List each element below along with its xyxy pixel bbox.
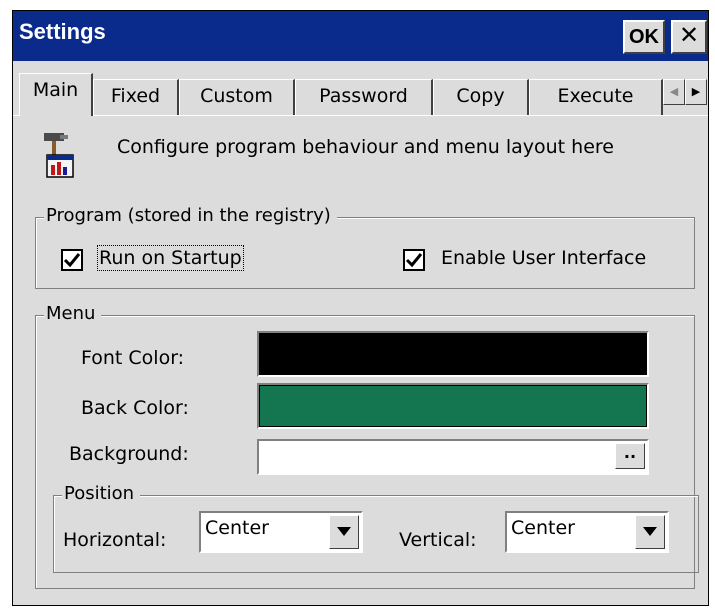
font-color-swatch[interactable] (257, 331, 649, 377)
vertical-label: Vertical: (399, 529, 477, 551)
background-input[interactable]: .. (257, 439, 649, 475)
menu-group-legend: Menu (44, 303, 102, 324)
vertical-select[interactable]: Center (505, 511, 669, 553)
browse-button[interactable]: .. (615, 443, 645, 469)
chevron-down-icon[interactable] (329, 515, 359, 549)
tab-divider (13, 115, 708, 116)
tab-scroll-arrows: ◀ ▶ (663, 79, 708, 105)
run-on-startup-checkbox[interactable] (61, 249, 83, 271)
background-label: Background: (69, 443, 189, 465)
enable-ui-checkbox[interactable] (403, 249, 425, 271)
settings-tools-icon (41, 131, 75, 179)
ok-button[interactable]: OK (623, 20, 665, 54)
checkmark-icon (405, 253, 423, 268)
tab-strip: Main Fixed Custom Password Copy Execute (13, 73, 708, 116)
enable-ui-label[interactable]: Enable User Interface (441, 247, 646, 269)
horizontal-label: Horizontal: (63, 529, 167, 551)
back-color-swatch[interactable] (257, 383, 649, 429)
checkmark-icon (63, 253, 81, 268)
horizontal-select[interactable]: Center (199, 511, 363, 553)
run-on-startup-label[interactable]: Run on Startup (97, 245, 244, 271)
horizontal-value: Center (205, 517, 269, 539)
tab-main[interactable]: Main (19, 73, 93, 116)
back-color-fill (259, 385, 647, 427)
program-group-legend: Program (stored in the registry) (44, 205, 337, 226)
tab-execute[interactable]: Execute (529, 79, 663, 115)
tab-password[interactable]: Password (295, 79, 433, 115)
tab-custom[interactable]: Custom (179, 79, 295, 115)
arrow-left-icon[interactable]: ◀ (663, 79, 685, 105)
vertical-value: Center (511, 517, 575, 539)
position-group-legend: Position (62, 483, 141, 504)
close-button[interactable]: ✕ (671, 20, 707, 54)
tab-copy[interactable]: Copy (433, 79, 529, 115)
window-title: Settings (19, 19, 106, 44)
settings-dialog: Settings OK ✕ Main Fixed Custom Password… (12, 10, 709, 606)
title-bar: Settings OK ✕ (13, 11, 708, 61)
arrow-right-icon[interactable]: ▶ (685, 79, 707, 105)
font-color-label: Font Color: (81, 347, 185, 369)
back-color-label: Back Color: (81, 397, 189, 419)
chevron-down-icon[interactable] (635, 515, 665, 549)
header-description: Configure program behaviour and menu lay… (117, 136, 614, 158)
tab-fixed[interactable]: Fixed (93, 79, 179, 115)
font-color-fill (259, 333, 647, 375)
